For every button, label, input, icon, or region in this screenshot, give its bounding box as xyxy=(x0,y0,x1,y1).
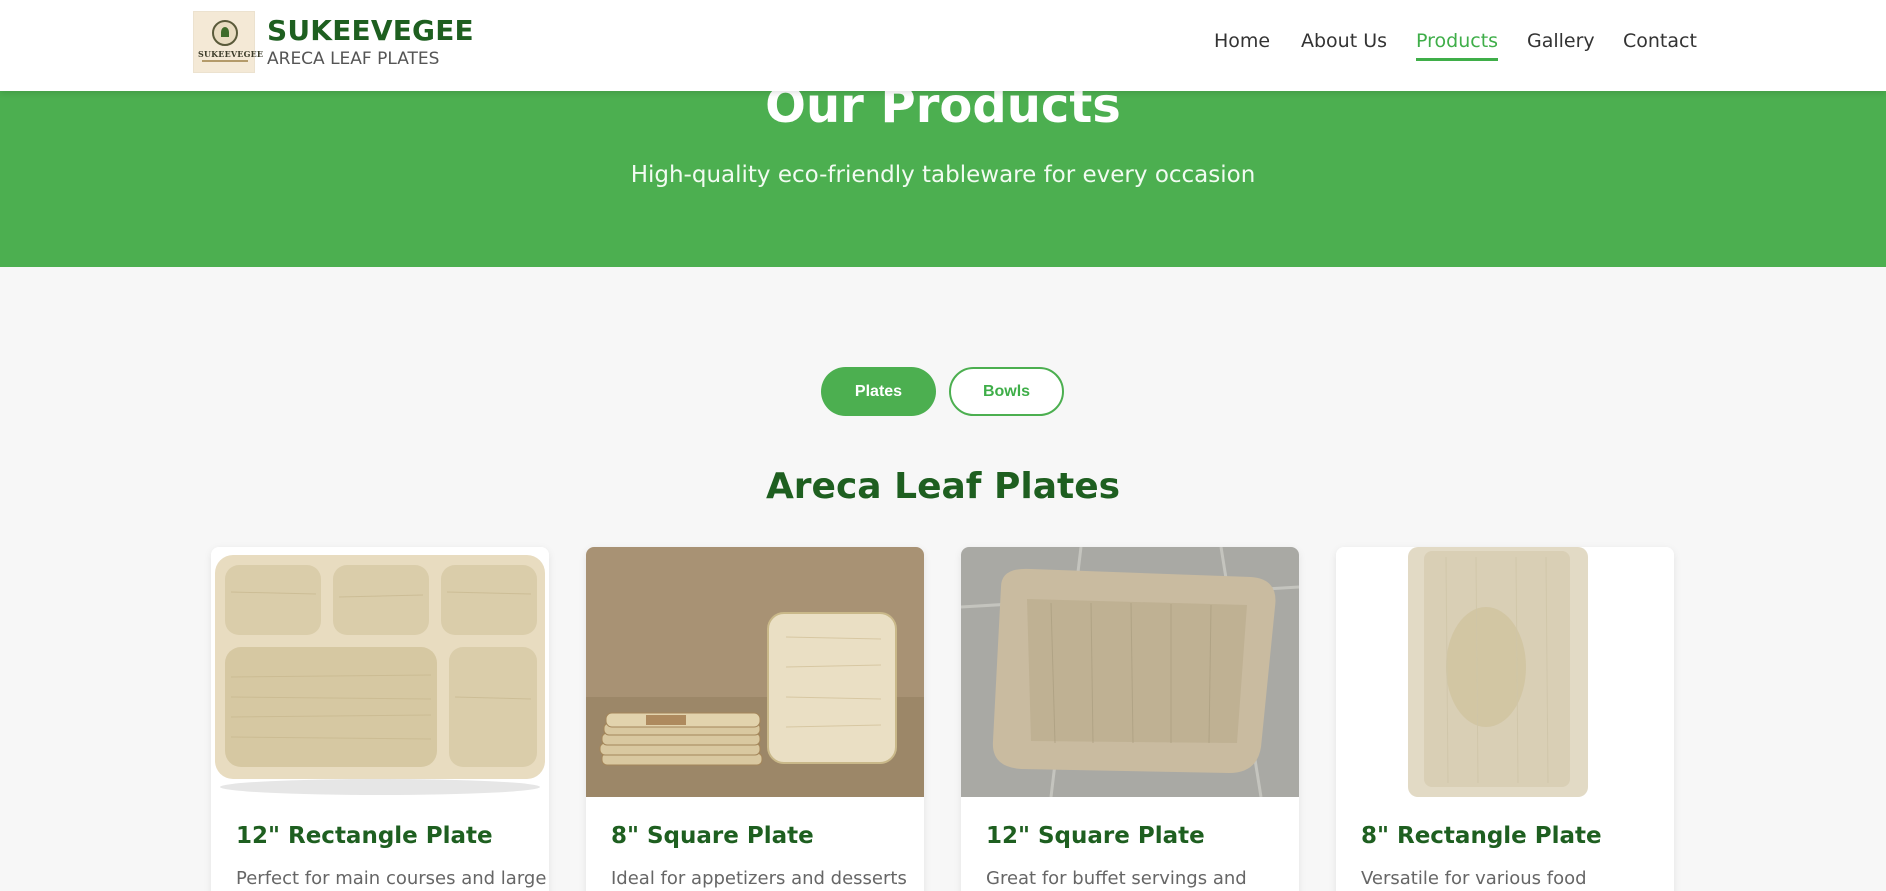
brand-subtitle: ARECA LEAF PLATES xyxy=(267,49,440,69)
product-image xyxy=(1336,547,1674,797)
nav-gallery[interactable]: Gallery xyxy=(1527,30,1595,52)
product-image xyxy=(586,547,924,797)
logo[interactable]: SUKEEVEGEE xyxy=(193,11,264,73)
logo-text: SUKEEVEGEE xyxy=(198,49,264,59)
tab-plates[interactable]: Plates xyxy=(821,367,936,416)
tab-bowls[interactable]: Bowls xyxy=(949,367,1064,416)
nav-contact[interactable]: Contact xyxy=(1623,30,1697,52)
hero-subtitle: High-quality eco-friendly tableware for … xyxy=(630,162,1256,188)
leaf-emblem-icon xyxy=(212,20,238,46)
product-title: 8" Rectangle Plate xyxy=(1361,823,1602,849)
active-underline xyxy=(1416,58,1499,61)
section-title: Areca Leaf Plates xyxy=(765,466,1121,507)
product-card[interactable]: 12" Square Plate Great for buffet servin… xyxy=(961,547,1299,891)
product-card[interactable]: 8" Rectangle Plate Versatile for various… xyxy=(1336,547,1674,891)
site-header: SUKEEVEGEE SUKEEVEGEE ARECA LEAF PLATES … xyxy=(0,0,1886,91)
logo-underline xyxy=(202,60,248,62)
nav-home[interactable]: Home xyxy=(1214,30,1270,52)
nav-products[interactable]: Products xyxy=(1416,30,1499,61)
product-description: Great for buffet servings and xyxy=(986,868,1247,889)
nav-about-us[interactable]: About Us xyxy=(1301,30,1387,52)
brand-name[interactable]: SUKEEVEGEE xyxy=(267,14,474,47)
nav-products-label: Products xyxy=(1416,30,1499,52)
product-title: 8" Square Plate xyxy=(611,823,814,849)
product-image xyxy=(961,547,1299,797)
product-title: 12" Square Plate xyxy=(986,823,1205,849)
product-card[interactable]: 12" Rectangle Plate Perfect for main cou… xyxy=(211,547,549,891)
product-description: Ideal for appetizers and desserts xyxy=(611,868,907,889)
product-card[interactable]: 8" Square Plate Ideal for appetizers and… xyxy=(586,547,924,891)
product-description: Versatile for various food xyxy=(1361,868,1587,889)
product-image xyxy=(211,547,549,797)
product-description: Perfect for main courses and large xyxy=(236,868,547,889)
product-title: 12" Rectangle Plate xyxy=(236,823,493,849)
